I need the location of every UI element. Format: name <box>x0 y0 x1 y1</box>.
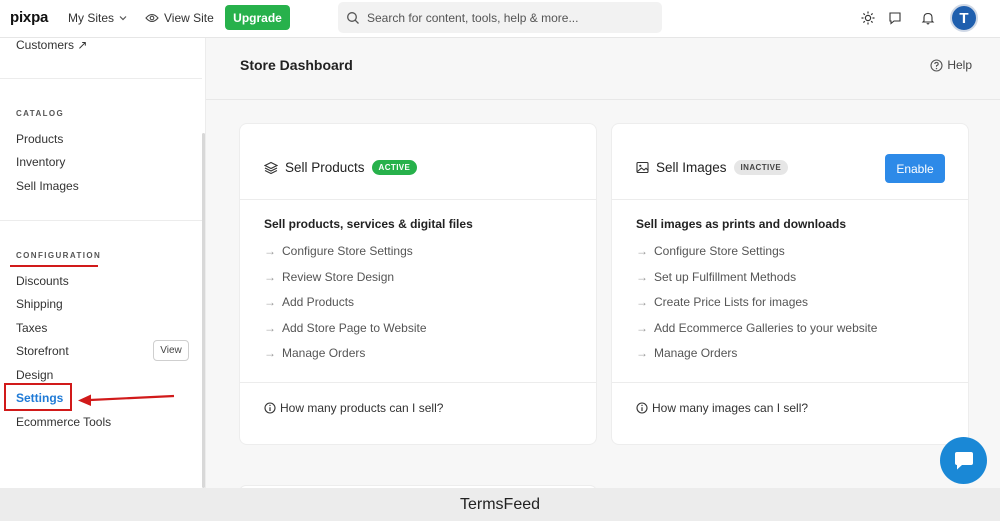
step-label: Add Store Page to Website <box>282 321 427 335</box>
step-link[interactable]: → Configure Store Settings <box>636 244 785 258</box>
sell-products-card: Sell Products ACTIVE Sell products, serv… <box>240 124 596 444</box>
view-site-label: View Site <box>164 11 214 25</box>
configuration-heading: CONFIGURATION <box>16 251 102 260</box>
arrow-right-icon: → <box>264 270 276 284</box>
step-link[interactable]: → Set up Fulfillment Methods <box>636 270 796 284</box>
card-title-text: Sell Products <box>285 160 365 175</box>
eye-icon <box>145 13 159 23</box>
user-avatar[interactable]: T <box>950 4 978 32</box>
search-box[interactable] <box>338 2 662 33</box>
card-header: Sell Images INACTIVE Enable <box>612 124 968 200</box>
arrow-right-icon: → <box>264 295 276 309</box>
arrow-right-icon: → <box>636 270 648 284</box>
help-label: Help <box>947 58 972 72</box>
sidebar-divider <box>0 220 202 221</box>
sidebar-item-storefront[interactable]: Storefront <box>16 344 69 358</box>
help-link[interactable]: Help <box>930 58 972 72</box>
card-title: Sell Products ACTIVE <box>264 160 418 175</box>
my-sites-menu[interactable]: My Sites <box>68 11 128 25</box>
chat-launcher-button[interactable] <box>940 437 987 484</box>
arrow-right-icon: → <box>636 346 648 360</box>
step-label: Configure Store Settings <box>282 244 413 258</box>
step-link[interactable]: → Add Store Page to Website <box>264 321 427 335</box>
sidebar-item-inventory[interactable]: Inventory <box>16 155 65 169</box>
chevron-down-icon <box>119 16 127 21</box>
sidebar-item-taxes[interactable]: Taxes <box>16 321 47 335</box>
search-input[interactable] <box>367 10 647 25</box>
help-circle-icon <box>930 58 943 72</box>
sidebar: Customers ↗ CATALOG Products Inventory S… <box>0 38 206 488</box>
step-label: Add Products <box>282 295 355 309</box>
catalog-heading: CATALOG <box>16 109 65 118</box>
card-divider <box>612 382 968 383</box>
info-icon <box>264 402 276 414</box>
step-label: Manage Orders <box>654 346 738 360</box>
step-label: Configure Store Settings <box>654 244 785 258</box>
card-divider <box>240 382 596 383</box>
enable-button[interactable]: Enable <box>885 154 945 183</box>
pixpa-logo[interactable]: pixpa <box>10 9 48 26</box>
card-title-text: Sell Images <box>656 160 727 175</box>
faq-link[interactable]: How many products can I sell? <box>264 401 443 415</box>
step-link[interactable]: → Create Price Lists for images <box>636 295 808 309</box>
faq-label: How many products can I sell? <box>280 401 444 415</box>
status-badge: ACTIVE <box>371 160 418 175</box>
arrow-right-icon: → <box>636 244 648 258</box>
page-title: Store Dashboard <box>240 57 353 73</box>
sidebar-item-sell-images[interactable]: Sell Images <box>16 179 79 193</box>
my-sites-label: My Sites <box>68 11 115 25</box>
search-icon <box>347 11 359 24</box>
main-header: Store Dashboard Help <box>206 38 1000 100</box>
arrow-right-icon: → <box>264 244 276 258</box>
faq-link[interactable]: How many images can I sell? <box>636 401 808 415</box>
status-badge: INACTIVE <box>733 160 789 175</box>
settings-highlight-box <box>4 383 72 411</box>
sidebar-scrollbar[interactable] <box>202 133 205 488</box>
card-subtitle: Sell images as prints and downloads <box>636 217 847 231</box>
step-link[interactable]: → Manage Orders <box>264 346 365 360</box>
card-header: Sell Products ACTIVE <box>240 124 596 200</box>
sidebar-item-design[interactable]: Design <box>16 368 53 382</box>
image-icon <box>636 161 649 174</box>
theme-sun-icon[interactable] <box>860 10 876 26</box>
faq-label: How many images can I sell? <box>652 401 809 415</box>
main-content: Store Dashboard Help Sell Products ACTIV… <box>206 38 1000 496</box>
sidebar-item-products[interactable]: Products <box>16 132 63 146</box>
step-link[interactable]: → Review Store Design <box>264 270 394 284</box>
step-link[interactable]: → Add Ecommerce Galleries to your website <box>636 321 877 335</box>
message-icon[interactable] <box>887 10 903 26</box>
step-label: Add Ecommerce Galleries to your website <box>654 321 878 335</box>
sidebar-item-discounts[interactable]: Discounts <box>16 274 69 288</box>
sidebar-item-customers[interactable]: Customers ↗ <box>16 38 87 52</box>
sell-images-card: Sell Images INACTIVE Enable Sell images … <box>612 124 968 444</box>
arrow-right-icon: → <box>636 295 648 309</box>
layers-icon <box>264 161 278 174</box>
arrow-right-icon: → <box>636 321 648 335</box>
step-link[interactable]: → Add Products <box>264 295 354 309</box>
annotation-arrow-icon <box>78 394 175 406</box>
info-icon <box>636 402 648 414</box>
top-bar: pixpa My Sites View Site Upgrade T <box>0 0 1000 38</box>
sidebar-item-shipping[interactable]: Shipping <box>16 297 63 311</box>
step-label: Review Store Design <box>282 270 395 284</box>
step-label: Create Price Lists for images <box>654 295 809 309</box>
sidebar-item-ecommerce-tools[interactable]: Ecommerce Tools <box>16 415 111 429</box>
arrow-right-icon: → <box>264 346 276 360</box>
sidebar-divider <box>0 78 202 79</box>
card-title: Sell Images INACTIVE <box>636 160 789 175</box>
card-subtitle: Sell products, services & digital files <box>264 217 473 231</box>
step-link[interactable]: → Configure Store Settings <box>264 244 413 258</box>
footer-watermark: TermsFeed <box>0 488 1000 521</box>
view-site-link[interactable]: View Site <box>145 11 214 25</box>
bell-icon[interactable] <box>920 10 936 26</box>
step-link[interactable]: → Manage Orders <box>636 346 737 360</box>
chat-bubble-icon <box>954 451 973 469</box>
step-label: Manage Orders <box>282 346 366 360</box>
arrow-right-icon: → <box>264 321 276 335</box>
storefront-view-button[interactable]: View <box>153 340 189 361</box>
configuration-highlight-underline <box>10 265 98 267</box>
upgrade-button[interactable]: Upgrade <box>225 5 290 30</box>
step-label: Set up Fulfillment Methods <box>654 270 797 284</box>
